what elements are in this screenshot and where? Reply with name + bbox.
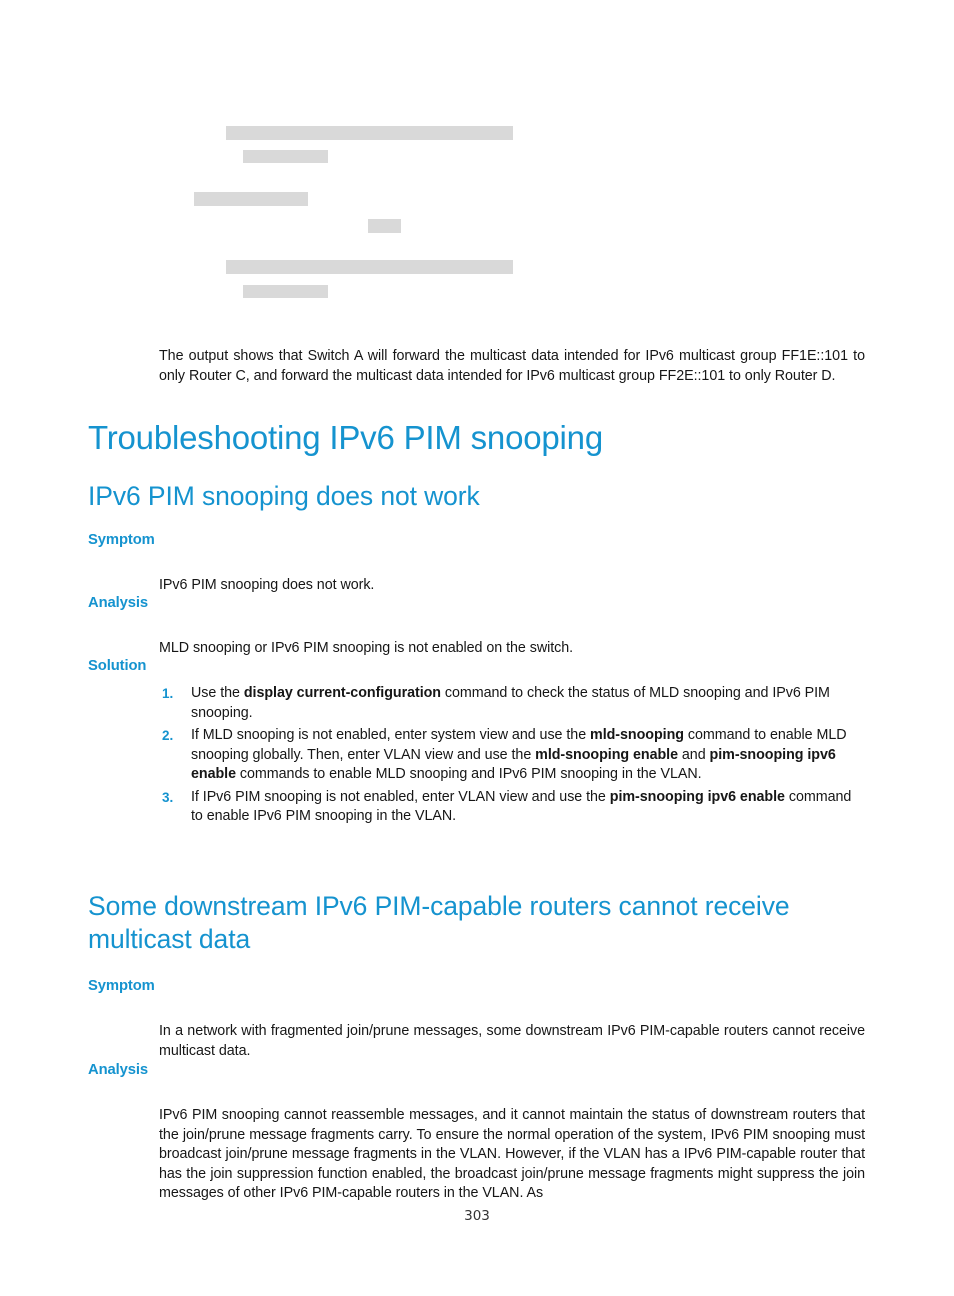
analysis-label-2: Analysis — [88, 1062, 149, 1078]
step-number: 1. — [162, 686, 174, 701]
redacted-output-block — [0, 0, 954, 310]
redacted-line-4 — [368, 219, 401, 233]
solution-step: 2. If MLD snooping is not enabled, enter … — [159, 726, 865, 785]
redacted-line-1 — [226, 126, 513, 140]
analysis-label-1: Analysis — [88, 595, 149, 611]
step-number: 2. — [162, 728, 174, 743]
command-name: mld-snooping — [590, 727, 684, 743]
step-text: Use the display current-configuration co… — [191, 685, 830, 721]
step-text: If MLD snooping is not enabled, enter sy… — [191, 727, 847, 782]
symptom-text-1: IPv6 PIM snooping does not work. — [159, 577, 375, 594]
document-page: The output shows that Switch A will forw… — [0, 0, 954, 1296]
analysis-text-2: IPv6 PIM snooping cannot reassemble mess… — [159, 1107, 865, 1202]
page-number: 303 — [464, 1208, 490, 1224]
step-number: 3. — [162, 789, 174, 805]
command-name: pim-snooping ipv6 enable — [609, 788, 785, 805]
step-text: If IPv6 PIM snooping is not enabled, ent… — [191, 788, 852, 825]
redacted-line-6 — [243, 285, 328, 298]
intro-paragraph: The output shows that Switch A will forw… — [159, 348, 865, 384]
solution-step: 1. Use the display current-configuration … — [159, 684, 865, 723]
symptom-label-1: Symptom — [88, 532, 155, 548]
symptom-text-2: In a network with fragmented join/prune … — [159, 1023, 865, 1059]
solution-label-1: Solution — [88, 658, 147, 674]
redacted-line-3 — [194, 192, 308, 206]
command-name: display current-configuration — [243, 685, 441, 701]
solution-step-list: 1. Use the display current-configuration … — [159, 684, 865, 830]
command-name: mld-snooping enable — [535, 746, 678, 763]
symptom-label-2: Symptom — [88, 978, 155, 994]
redacted-line-2 — [243, 150, 328, 163]
section-heading-2: Some downstream IPv6 PIM-capable routers… — [88, 891, 790, 954]
redacted-line-5 — [226, 260, 513, 274]
analysis-text-1: MLD snooping or IPv6 PIM snooping is not… — [159, 640, 574, 657]
chapter-heading: Troubleshooting IPv6 PIM snooping — [88, 419, 603, 456]
solution-step: 3. If IPv6 PIM snooping is not enabled, e… — [159, 788, 865, 827]
section-heading-1: IPv6 PIM snooping does not work — [88, 481, 480, 511]
